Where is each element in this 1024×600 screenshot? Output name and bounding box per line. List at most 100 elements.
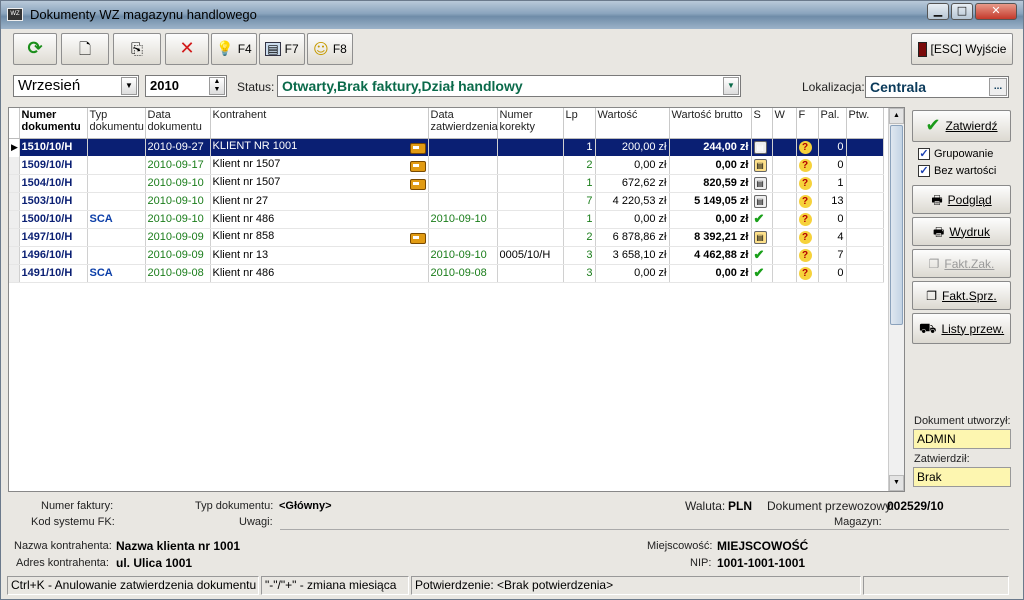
col-w-header[interactable]: W [772, 108, 797, 139]
cell-data: 2010-09-09 [145, 228, 211, 247]
documents-icon: ❐ [928, 256, 940, 271]
f7-button[interactable]: ▤ F7 [259, 33, 305, 65]
client-address-label: Adres kontrahenta: [16, 557, 109, 569]
empty-cell [9, 282, 19, 300]
f4-button[interactable]: 💡 F4 [211, 33, 257, 65]
preview-button[interactable]: 🖶 Podgląd [912, 185, 1011, 214]
empty-cell [210, 336, 428, 354]
approve-button[interactable]: ✔ Zatwierdź [912, 110, 1011, 142]
status-panel-confirmation: Potwierdzenie: <Brak potwierdzenia> [411, 576, 861, 595]
location-field[interactable]: Centrala... [865, 76, 1009, 98]
cell-ptw [846, 156, 884, 175]
cell-brutto-text: 0,00 zł [715, 159, 749, 171]
col-korekty-header[interactable]: Numer korekty [497, 108, 564, 139]
maximize-button[interactable]: □ [951, 3, 973, 20]
status-select[interactable]: Otwarty,Brak faktury,Dział handlowy ▼ [277, 75, 741, 97]
col-f-header[interactable]: F [796, 108, 819, 139]
table-row[interactable]: ▶ 1510/10/H 2010-09-27 KLIENT NR 1001 1 200,0… [9, 138, 884, 157]
sales-invoice-button[interactable]: ❐ Fakt.Sprz. [912, 281, 1011, 310]
cell-pal: 0 [818, 264, 847, 283]
empty-cell [19, 282, 87, 300]
chevron-down-icon[interactable]: ▼ [121, 77, 137, 95]
f8-button[interactable]: ☺ F8 [307, 33, 353, 65]
nip-label: NIP: [690, 557, 712, 569]
chevron-down-icon[interactable]: ▼ [723, 77, 739, 95]
minimize-button[interactable]: ▁ [927, 3, 949, 20]
table-row[interactable]: 1509/10/H 2010-09-17 Klient nr 1507 2 0,00 z… [9, 156, 884, 175]
cell-typ [87, 228, 146, 247]
col-data-zatw-header[interactable]: Data zatwierdzenia [428, 108, 498, 139]
empty-cell [669, 354, 751, 372]
notes-label: Uwagi: [239, 516, 273, 528]
row-indicator[interactable] [9, 210, 20, 229]
new-document-button[interactable]: 🗋 [61, 33, 109, 65]
empty-cell [497, 354, 563, 372]
empty-cell [818, 354, 846, 372]
f4-label: F4 [237, 42, 252, 56]
location-browse-button[interactable]: ... [989, 78, 1007, 96]
scroll-thumb[interactable] [890, 125, 903, 325]
scroll-down-icon[interactable]: ▼ [889, 475, 904, 491]
col-kontrahent-header[interactable]: Kontrahent [210, 108, 429, 139]
exit-button[interactable]: [ESC] Wyjście [911, 33, 1013, 65]
cell-data-zatw-text: 2010-09-10 [430, 249, 487, 261]
table-row[interactable]: 1491/10/H SCA 2010-09-08 Klient nr 486 2010-… [9, 264, 884, 283]
col-pal-header[interactable]: Pal. [818, 108, 847, 139]
vertical-scrollbar[interactable]: ▲ ▼ [888, 108, 904, 491]
row-indicator[interactable] [9, 174, 20, 193]
year-stepper[interactable]: 2010 ▲ ▼ [145, 75, 227, 97]
row-indicator[interactable] [9, 264, 20, 283]
table-row[interactable]: 1500/10/H SCA 2010-09-10 Klient nr 486 2010-… [9, 210, 884, 229]
cell-kontrahent-text: Klient nr 858 [212, 230, 275, 242]
copy-document-button[interactable]: ⎘ [113, 33, 161, 65]
table-row[interactable]: 1496/10/H 2010-09-09 Klient nr 13 2010-09-1… [9, 246, 884, 265]
grouping-checkbox[interactable]: ✓ Grupowanie [912, 148, 1011, 160]
row-indicator[interactable] [9, 192, 20, 211]
month-select[interactable]: Wrzesień ▼ [13, 75, 139, 97]
col-data-header[interactable]: Data dokumentu [145, 108, 211, 139]
cell-typ: SCA [87, 210, 146, 229]
spin-arrows-icon[interactable]: ▲ ▼ [209, 77, 225, 95]
row-indicator[interactable] [9, 246, 20, 265]
delete-button[interactable]: ✕ [165, 33, 209, 65]
col-wartosc-header[interactable]: Wartość [595, 108, 670, 139]
waybills-button[interactable]: ⛟ Listy przew. [912, 313, 1011, 344]
cell-wartosc-text: 4 220,53 zł [612, 195, 667, 207]
close-button[interactable]: ✕ [975, 3, 1017, 20]
created-by-value: ADMIN [913, 429, 1011, 449]
row-indicator[interactable] [9, 156, 20, 175]
cell-numer: 1497/10/H [19, 228, 88, 247]
exit-label: [ESC] Wyjście [930, 42, 1007, 56]
f8-label: F8 [332, 42, 347, 56]
col-s-header[interactable]: S [751, 108, 773, 139]
cell-brutto-text: 0,00 zł [715, 213, 749, 225]
row-indicator[interactable] [9, 228, 20, 247]
print-button[interactable]: 🖶 Wydruk [912, 217, 1011, 246]
details-divider [280, 529, 1009, 530]
no-value-checkbox[interactable]: ✓ Bez wartości [912, 165, 1011, 177]
purchase-invoice-button[interactable]: ❐ Fakt.Zak. [912, 249, 1011, 278]
col-typ-header[interactable]: Typ dokumentu [87, 108, 146, 139]
refresh-button[interactable]: ⟳ [13, 33, 57, 65]
col-brutto-header[interactable]: Wartość brutto [669, 108, 752, 139]
status-panel-empty [863, 576, 1009, 595]
scroll-up-icon[interactable]: ▲ [889, 108, 904, 124]
cell-wartosc-text: 0,00 zł [634, 267, 667, 279]
cell-f: ? [796, 192, 819, 211]
table-row[interactable]: 1497/10/H 2010-09-09 Klient nr 858 2 6 878,8… [9, 228, 884, 247]
cell-kontrahent: Klient nr 1507 [210, 174, 429, 193]
truck-icon [409, 143, 426, 154]
table-row[interactable]: 1503/10/H 2010-09-10 Klient nr 27 7 4 220,53… [9, 192, 884, 211]
col-numer-header[interactable]: Numer dokumentu [19, 108, 88, 139]
row-indicator[interactable]: ▶ [9, 138, 20, 157]
table-row[interactable]: 1504/10/H 2010-09-10 Klient nr 1507 1 672,62… [9, 174, 884, 193]
empty-cell [9, 372, 19, 390]
refresh-icon: ⟳ [27, 38, 43, 59]
cell-f: ? [796, 138, 819, 157]
currency-value: PLN [728, 499, 752, 513]
col-lp-header[interactable]: Lp [563, 108, 596, 139]
doc-type-label: Typ dokumentu: [195, 500, 274, 512]
fk-code-label: Kod systemu FK: [31, 516, 115, 528]
cell-brutto: 4 462,88 zł [669, 246, 752, 265]
col-ptw-header[interactable]: Ptw. [846, 108, 884, 139]
